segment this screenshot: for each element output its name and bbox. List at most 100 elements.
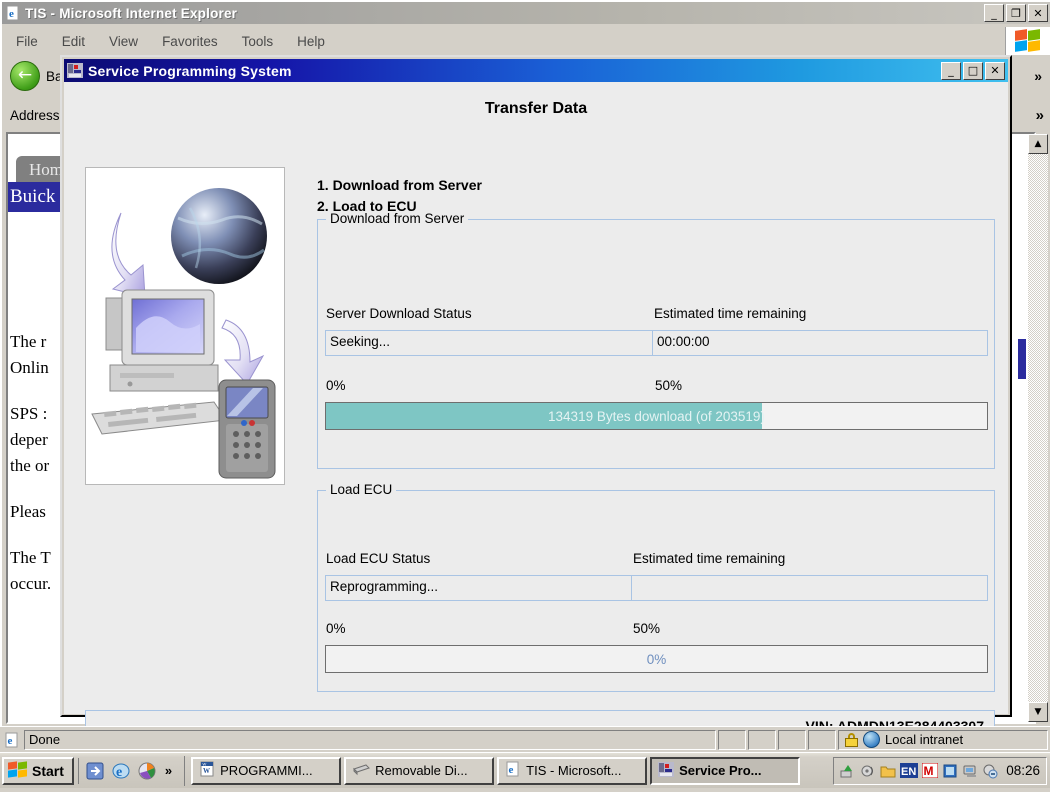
ie-restore-button[interactable]: ❐ [1006, 4, 1026, 22]
media-player-icon[interactable] [137, 761, 157, 781]
sps-dialog-body: Transfer Data [64, 82, 1008, 714]
load-ecu-group: Load ECU Load ECU Status Estimated time … [317, 490, 995, 692]
address-overflow-chevron-icon[interactable]: » [1036, 107, 1050, 124]
sps-app-icon [658, 762, 674, 780]
svg-text:e: e [509, 764, 514, 776]
download-time-remaining-header: Estimated time remaining [654, 306, 806, 321]
address-label: Address [4, 108, 60, 123]
task-label: TIS - Microsoft... [526, 763, 621, 778]
quicklaunch-overflow-chevron-icon[interactable]: » [165, 763, 172, 778]
windows-flag-icon [8, 762, 28, 779]
load-ecu-progress-bar: 0% [325, 645, 988, 673]
ie-minimize-button[interactable]: _ [984, 4, 1004, 22]
svg-text:W: W [203, 762, 207, 767]
step-1: 1. Download from Server [317, 175, 482, 196]
toolbar-overflow-chevron-icon[interactable]: » [1034, 68, 1050, 84]
status-panel-1 [718, 730, 746, 750]
task-button-service-programming[interactable]: Service Pro... [650, 757, 800, 785]
ie-title-text: TIS - Microsoft Internet Explorer [25, 6, 237, 21]
sps-minimize-button[interactable]: _ [941, 62, 961, 80]
ie-document-icon: e [505, 761, 521, 780]
menu-item-edit[interactable]: Edit [50, 31, 97, 52]
download-from-server-group: Download from Server Server Download Sta… [317, 219, 995, 469]
start-button[interactable]: Start [2, 757, 74, 785]
task-button-tis-ie[interactable]: e TIS - Microsoft... [497, 757, 647, 785]
menu-item-help[interactable]: Help [285, 31, 337, 52]
service-programming-system-dialog: Service Programming System _ □ ✕ Transfe… [60, 55, 1012, 717]
sps-window-controls: _ □ ✕ [941, 62, 1008, 80]
ie-vertical-scrollbar[interactable]: ▲ ▼ [1028, 134, 1048, 722]
server-download-status-header: Server Download Status [326, 306, 472, 321]
svg-text:e: e [116, 765, 122, 780]
download-group-legend: Download from Server [326, 211, 468, 226]
system-tray: EN M 08:26 [833, 757, 1047, 785]
task-label: Removable Di... [375, 763, 467, 778]
back-arrow-icon: ← [10, 61, 40, 91]
windows-flag-logo [1005, 27, 1050, 55]
download-scale-0: 0% [326, 378, 346, 393]
download-progress-text: 134319 Bytes download (of 203519) [326, 403, 987, 429]
volume-icon[interactable] [860, 763, 876, 779]
status-panel-4 [808, 730, 836, 750]
svg-text:W: W [203, 767, 210, 775]
lock-icon [845, 733, 858, 747]
task-label: Service Pro... [679, 763, 761, 778]
load-ecu-time-remaining-field [631, 575, 988, 601]
task-label: PROGRAMMI... [220, 763, 312, 778]
security-zone-panel[interactable]: Local intranet [838, 730, 1048, 750]
sps-close-button[interactable]: ✕ [985, 62, 1005, 80]
globe-icon [863, 731, 880, 748]
task-button-programmi[interactable]: WW PROGRAMMI... [191, 757, 341, 785]
download-progress-bar: 134319 Bytes download (of 203519) [325, 402, 988, 430]
page-title: Transfer Data [64, 100, 1008, 118]
menu-item-favorites[interactable]: Favorites [150, 31, 230, 52]
taskbar-task-list: WW PROGRAMMI... Removable Di... e TIS - … [184, 756, 800, 786]
sps-title-bar: Service Programming System _ □ ✕ [64, 59, 1008, 82]
sps-app-icon [67, 63, 83, 78]
folder-icon[interactable] [880, 763, 896, 779]
menu-item-tools[interactable]: Tools [230, 31, 286, 52]
globe-pc-tech2-diagram-icon [86, 168, 284, 484]
status-panel-2 [748, 730, 776, 750]
task-button-removable-disk[interactable]: Removable Di... [344, 757, 494, 785]
server-download-status-field: Seeking... [325, 330, 653, 356]
status-panel-3 [778, 730, 806, 750]
removable-disk-icon [352, 762, 370, 779]
windows-taskbar: Start e » WW PROGRAMMI... [0, 752, 1050, 788]
scrollbar-down-button[interactable]: ▼ [1028, 702, 1048, 722]
ie-close-button[interactable]: ✕ [1028, 4, 1048, 22]
start-button-label: Start [32, 763, 64, 779]
status-text: Done [24, 730, 716, 750]
mcafee-icon[interactable]: M [922, 763, 938, 779]
svg-text:e: e [9, 8, 14, 20]
taskbar-clock[interactable]: 08:26 [1006, 763, 1040, 778]
load-ecu-progress-text: 0% [326, 646, 987, 672]
word-document-icon: WW [199, 761, 215, 780]
download-time-remaining-field: 00:00:00 [652, 330, 988, 356]
internet-explorer-icon[interactable]: e [111, 761, 131, 781]
menu-item-view[interactable]: View [97, 31, 150, 52]
language-EN-icon[interactable]: EN [900, 763, 918, 779]
menu-item-file[interactable]: File [4, 31, 50, 52]
load-ecu-status-header: Load ECU Status [326, 551, 430, 566]
scrollbar-up-button[interactable]: ▲ [1028, 134, 1048, 154]
load-ecu-time-remaining-header: Estimated time remaining [633, 551, 785, 566]
svg-text:M: M [924, 764, 934, 778]
safely-remove-hardware-icon[interactable] [840, 763, 856, 779]
ie-document-icon: e [5, 5, 21, 21]
book-icon[interactable] [942, 763, 958, 779]
network-icon[interactable] [962, 763, 978, 779]
ie-document-icon: e [4, 732, 20, 748]
back-button[interactable]: ← Ba [4, 61, 63, 91]
ie-window-controls: _ ❐ ✕ [984, 4, 1050, 22]
show-desktop-icon[interactable] [85, 761, 105, 781]
quick-launch-bar: e » [78, 758, 178, 784]
load-ecu-status-field: Reprogramming... [325, 575, 632, 601]
settings-icon[interactable] [982, 763, 998, 779]
sps-maximize-button[interactable]: □ [963, 62, 983, 80]
sps-title-text: Service Programming System [88, 63, 292, 79]
ie-status-bar: e Done Local intranet [0, 726, 1050, 752]
page-highlight-bar [1018, 339, 1026, 379]
security-zone-label: Local intranet [885, 732, 963, 747]
transfer-illustration [85, 167, 285, 485]
